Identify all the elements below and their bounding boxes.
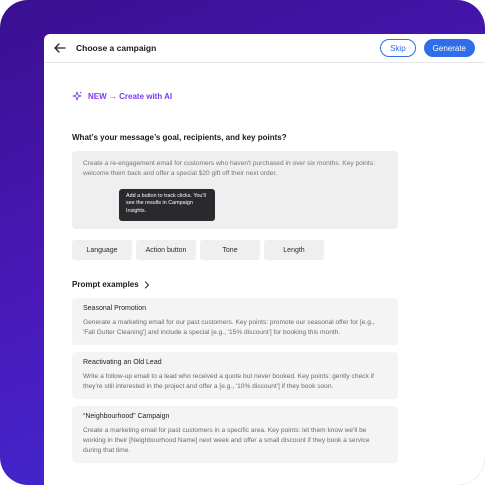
sparkle-icon xyxy=(72,91,82,101)
prompt-example-card[interactable]: Seasonal Promotion Generate a marketing … xyxy=(72,298,398,345)
tone-chip[interactable]: Tone xyxy=(200,240,260,260)
prompt-example-body: Generate a marketing email for our past … xyxy=(83,319,375,336)
prompt-examples-heading[interactable]: Prompt examples xyxy=(72,280,398,289)
chevron-right-icon xyxy=(144,280,149,289)
language-chip[interactable]: Language xyxy=(72,240,132,260)
header: Choose a campaign Skip Generate xyxy=(44,34,485,63)
action-button-chip[interactable]: Action button xyxy=(136,240,196,260)
prompt-options: Language Action button Tone Length xyxy=(72,240,398,260)
create-with-ai-label: NEW → Create with AI xyxy=(88,91,173,101)
length-chip[interactable]: Length xyxy=(264,240,324,260)
prompt-example-title: Seasonal Promotion xyxy=(83,305,147,312)
back-arrow-icon[interactable] xyxy=(53,41,67,55)
prompt-example-card[interactable]: Reactivating an Old Lead Write a follow-… xyxy=(72,352,398,399)
prompt-example-body: Create a marketing email for past custom… xyxy=(83,427,370,454)
page-title: Choose a campaign xyxy=(76,43,157,53)
prompt-area: Add a button to track clicks. You'll see… xyxy=(72,142,398,234)
goal-question-label: What’s your message’s goal, recipients, … xyxy=(72,133,287,142)
skip-button[interactable]: Skip xyxy=(380,39,416,57)
prompt-example-body: Write a follow-up email to a lead who re… xyxy=(83,373,374,390)
create-with-ai-link[interactable]: NEW → Create with AI xyxy=(72,91,398,101)
action-button-tooltip: Add a button to track clicks. You'll see… xyxy=(119,189,215,221)
prompt-example-card[interactable]: “Neighbourhood” Campaign Create a market… xyxy=(72,406,398,463)
prompt-example-title: “Neighbourhood” Campaign xyxy=(83,413,170,420)
generate-button[interactable]: Generate xyxy=(423,39,475,57)
prompt-examples-label: Prompt examples xyxy=(72,280,139,289)
prompt-example-title: Reactivating an Old Lead xyxy=(83,359,162,366)
main-content: NEW → Create with AI What’s your message… xyxy=(72,91,398,463)
